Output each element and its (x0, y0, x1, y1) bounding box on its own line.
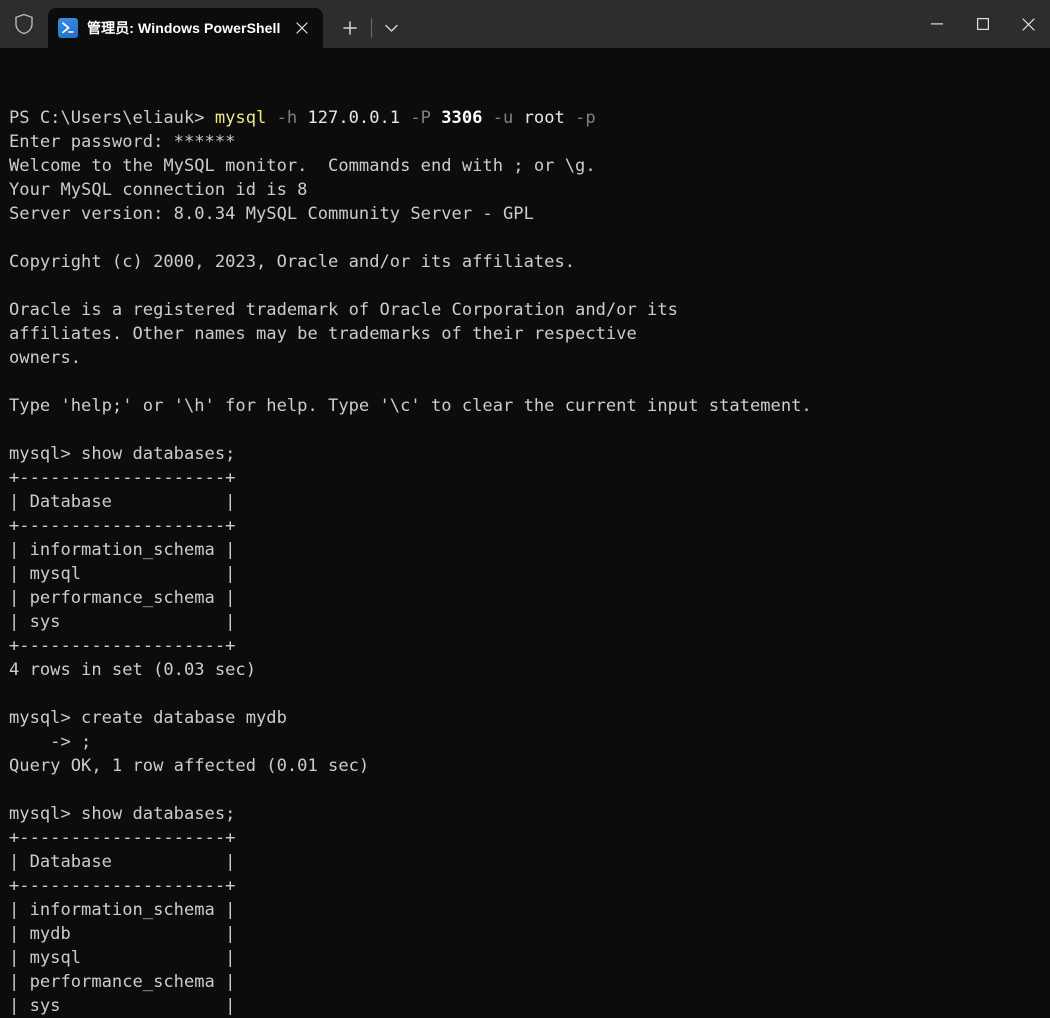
terminal-line: mysql> show databases; (9, 442, 1050, 466)
terminal-line (9, 226, 1050, 250)
terminal-line: Your MySQL connection id is 8 (9, 178, 1050, 202)
powershell-icon (58, 18, 78, 38)
terminal-line: | information_schema | (9, 538, 1050, 562)
shell-prompt: PS C:\Users\eliauk> (9, 108, 215, 128)
terminal-line (9, 682, 1050, 706)
tab-title: 管理员: Windows PowerShell (87, 18, 281, 38)
new-tab-button[interactable] (331, 8, 369, 48)
terminal-line: Copyright (c) 2000, 2023, Oracle and/or … (9, 250, 1050, 274)
terminal-line: mysql> show databases; (9, 802, 1050, 826)
terminal-line (9, 274, 1050, 298)
terminal-line: Server version: 8.0.34 MySQL Community S… (9, 202, 1050, 226)
terminal-line: | performance_schema | (9, 586, 1050, 610)
terminal-line: Type 'help;' or '\h' for help. Type '\c'… (9, 394, 1050, 418)
terminal-prompt-line: PS C:\Users\eliauk> mysql -h 127.0.0.1 -… (9, 106, 1050, 130)
terminal-line: -> ; (9, 730, 1050, 754)
tabbar-divider (371, 18, 372, 38)
window-controls (914, 0, 1050, 48)
user-value: root (524, 108, 565, 128)
host-value: 127.0.0.1 (307, 108, 400, 128)
flag-port: -P (400, 108, 441, 128)
terminal-line: | sys | (9, 994, 1050, 1018)
terminal-line: Query OK, 1 row affected (0.01 sec) (9, 754, 1050, 778)
terminal-line: Welcome to the MySQL monitor. Commands e… (9, 154, 1050, 178)
terminal-line: | sys | (9, 610, 1050, 634)
terminal-line: owners. (9, 346, 1050, 370)
terminal-output-lines: Enter password: ******Welcome to the MyS… (9, 130, 1050, 1018)
terminal-line: +--------------------+ (9, 634, 1050, 658)
terminal-line: Enter password: ****** (9, 130, 1050, 154)
terminal-line: | performance_schema | (9, 970, 1050, 994)
terminal-output: PS C:\Users\eliauk> mysql -h 127.0.0.1 -… (9, 58, 1050, 1018)
title-bar: 管理员: Windows PowerShell (0, 0, 1050, 48)
flag-user: -u (482, 108, 523, 128)
terminal-line (9, 370, 1050, 394)
terminal-line: 4 rows in set (0.03 sec) (9, 658, 1050, 682)
terminal-line (9, 778, 1050, 802)
tab-powershell[interactable]: 管理员: Windows PowerShell (48, 8, 323, 48)
terminal-line: | mydb | (9, 922, 1050, 946)
minimize-button[interactable] (914, 0, 960, 48)
flag-password: -p (565, 108, 596, 128)
terminal-line: | Database | (9, 850, 1050, 874)
shield-icon (0, 0, 48, 48)
terminal-line: +--------------------+ (9, 826, 1050, 850)
terminal-line (9, 418, 1050, 442)
terminal-line: mysql> create database mydb (9, 706, 1050, 730)
terminal-line: +--------------------+ (9, 466, 1050, 490)
flag-host: -h (266, 108, 307, 128)
terminal-line: +--------------------+ (9, 514, 1050, 538)
terminal-line: Oracle is a registered trademark of Orac… (9, 298, 1050, 322)
terminal-line: affiliates. Other names may be trademark… (9, 322, 1050, 346)
window-close-button[interactable] (1006, 0, 1050, 48)
tab-close-icon[interactable] (287, 14, 317, 42)
terminal-body[interactable]: PS C:\Users\eliauk> mysql -h 127.0.0.1 -… (0, 48, 1050, 1018)
tab-dropdown-button[interactable] (374, 8, 410, 48)
command-name: mysql (215, 108, 266, 128)
terminal-line: | mysql | (9, 562, 1050, 586)
maximize-button[interactable] (960, 0, 1006, 48)
terminal-line: +--------------------+ (9, 874, 1050, 898)
port-value: 3306 (441, 108, 482, 128)
terminal-line: | information_schema | (9, 898, 1050, 922)
terminal-line: | mysql | (9, 946, 1050, 970)
terminal-line: | Database | (9, 490, 1050, 514)
